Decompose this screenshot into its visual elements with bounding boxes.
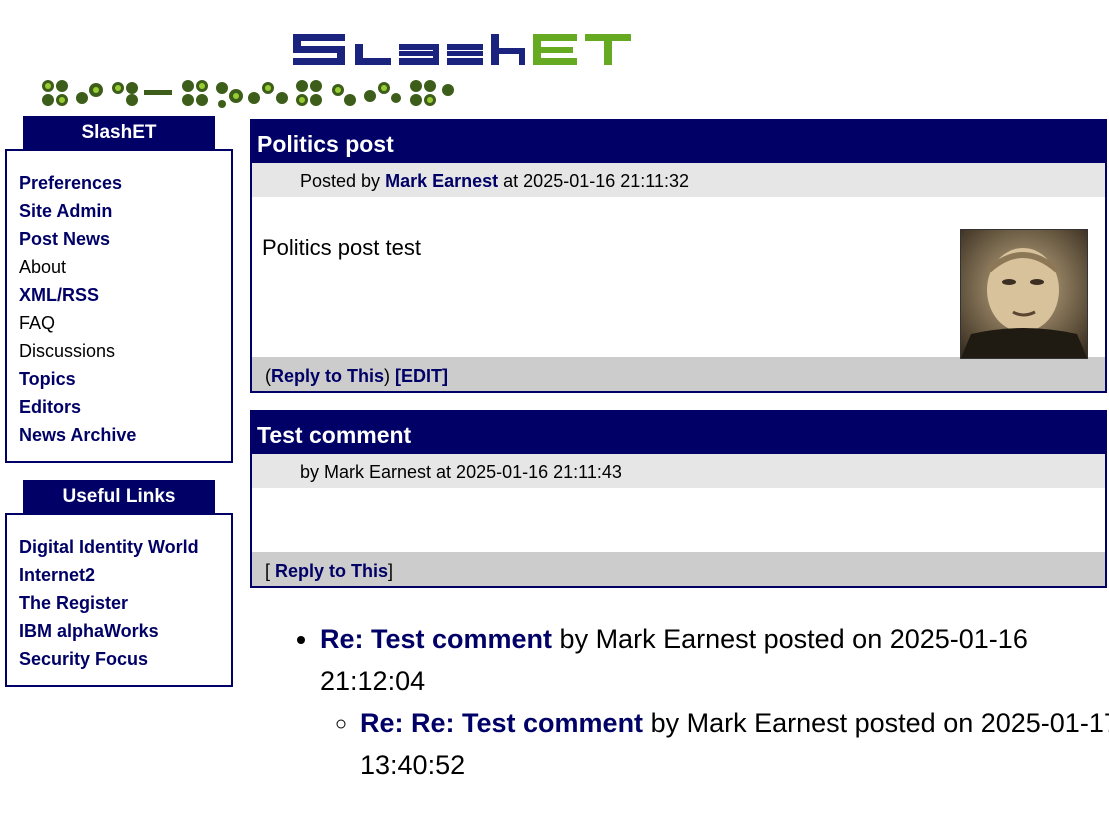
edit-story-link[interactable]: [EDIT] xyxy=(395,366,448,386)
sidebar-box-body: Digital Identity World Internet2 The Reg… xyxy=(5,513,233,687)
footer-bracket-open: [ xyxy=(265,561,271,581)
link-security-focus[interactable]: Security Focus xyxy=(19,645,219,673)
sidebar-item-site-admin[interactable]: Site Admin xyxy=(19,197,219,225)
sidebar: SlashET Preferences Site Admin Post News… xyxy=(5,116,233,687)
link-the-register[interactable]: The Register xyxy=(19,589,219,617)
comment-article: Test comment by Mark Earnest at 2025-01-… xyxy=(250,410,1107,588)
story-meta-prefix: Posted by xyxy=(300,171,381,191)
link-internet2[interactable]: Internet2 xyxy=(19,561,219,589)
story-author-link[interactable]: Mark Earnest xyxy=(385,171,498,191)
list-item: Re: Test comment by Mark Earnest posted … xyxy=(320,618,1109,786)
story-meta: Posted by Mark Earnest at 2025-01-16 21:… xyxy=(252,163,1105,197)
sidebar-box-title: SlashET xyxy=(23,116,215,150)
sidebar-box-slashet: SlashET Preferences Site Admin Post News… xyxy=(5,116,233,463)
sidebar-box-body: Preferences Site Admin Post News About X… xyxy=(5,149,233,463)
story-article: Politics post Posted by Mark Earnest at … xyxy=(250,119,1107,393)
sidebar-item-faq: FAQ xyxy=(19,313,56,333)
main-content: Politics post Posted by Mark Earnest at … xyxy=(250,119,1107,588)
story-body: Politics post test xyxy=(252,197,1105,359)
sidebar-item-preferences[interactable]: Preferences xyxy=(19,169,219,197)
reply-to-story-link[interactable]: Reply to This xyxy=(271,366,384,386)
sidebar-item-discussions: Discussions xyxy=(19,341,116,361)
sidebar-item-about: About xyxy=(19,257,67,277)
list-item: Re: Re: Test comment by Mark Earnest pos… xyxy=(360,702,1109,786)
topic-photo xyxy=(960,229,1088,359)
comment-meta: by Mark Earnest at 2025-01-16 21:11:43 xyxy=(252,454,1105,488)
reply-thread-list: Re: Test comment by Mark Earnest posted … xyxy=(290,618,1109,786)
comment-body xyxy=(252,488,1105,552)
story-title: Politics post xyxy=(252,121,1105,163)
comment-title: Test comment xyxy=(252,412,1105,454)
sidebar-box-useful-links: Useful Links Digital Identity World Inte… xyxy=(5,480,233,687)
sidebar-item-topics[interactable]: Topics xyxy=(19,365,219,393)
story-meta-suffix: at 2025-01-16 21:11:32 xyxy=(503,171,689,191)
reply-to-comment-link[interactable]: Reply to This xyxy=(275,561,388,581)
slashet-wordmark xyxy=(293,34,631,65)
reply-title-link[interactable]: Re: Test comment xyxy=(320,624,552,654)
reply-title-link[interactable]: Re: Re: Test comment xyxy=(360,708,643,738)
footer-paren-close: ) xyxy=(384,366,391,386)
sidebar-box-title: Useful Links xyxy=(23,480,215,514)
nested-reply-list: Re: Re: Test comment by Mark Earnest pos… xyxy=(320,702,1109,786)
link-digital-identity-world[interactable]: Digital Identity World xyxy=(19,533,219,561)
site-logo[interactable] xyxy=(40,32,640,112)
sidebar-item-post-news[interactable]: Post News xyxy=(19,225,219,253)
link-ibm-alphaworks[interactable]: IBM alphaWorks xyxy=(19,617,219,645)
comment-footer: [ Reply to This] xyxy=(252,552,1105,586)
sidebar-item-editors[interactable]: Editors xyxy=(19,393,219,421)
footer-bracket-close: ] xyxy=(388,561,394,581)
story-body-text: Politics post test xyxy=(262,235,421,260)
story-footer: (Reply to This) [EDIT] xyxy=(252,357,1105,391)
sidebar-item-xml-rss[interactable]: XML/RSS xyxy=(19,281,219,309)
sidebar-item-news-archive[interactable]: News Archive xyxy=(19,421,219,449)
molecule-strip-icon xyxy=(42,80,454,108)
portrait-image-icon xyxy=(961,230,1087,358)
